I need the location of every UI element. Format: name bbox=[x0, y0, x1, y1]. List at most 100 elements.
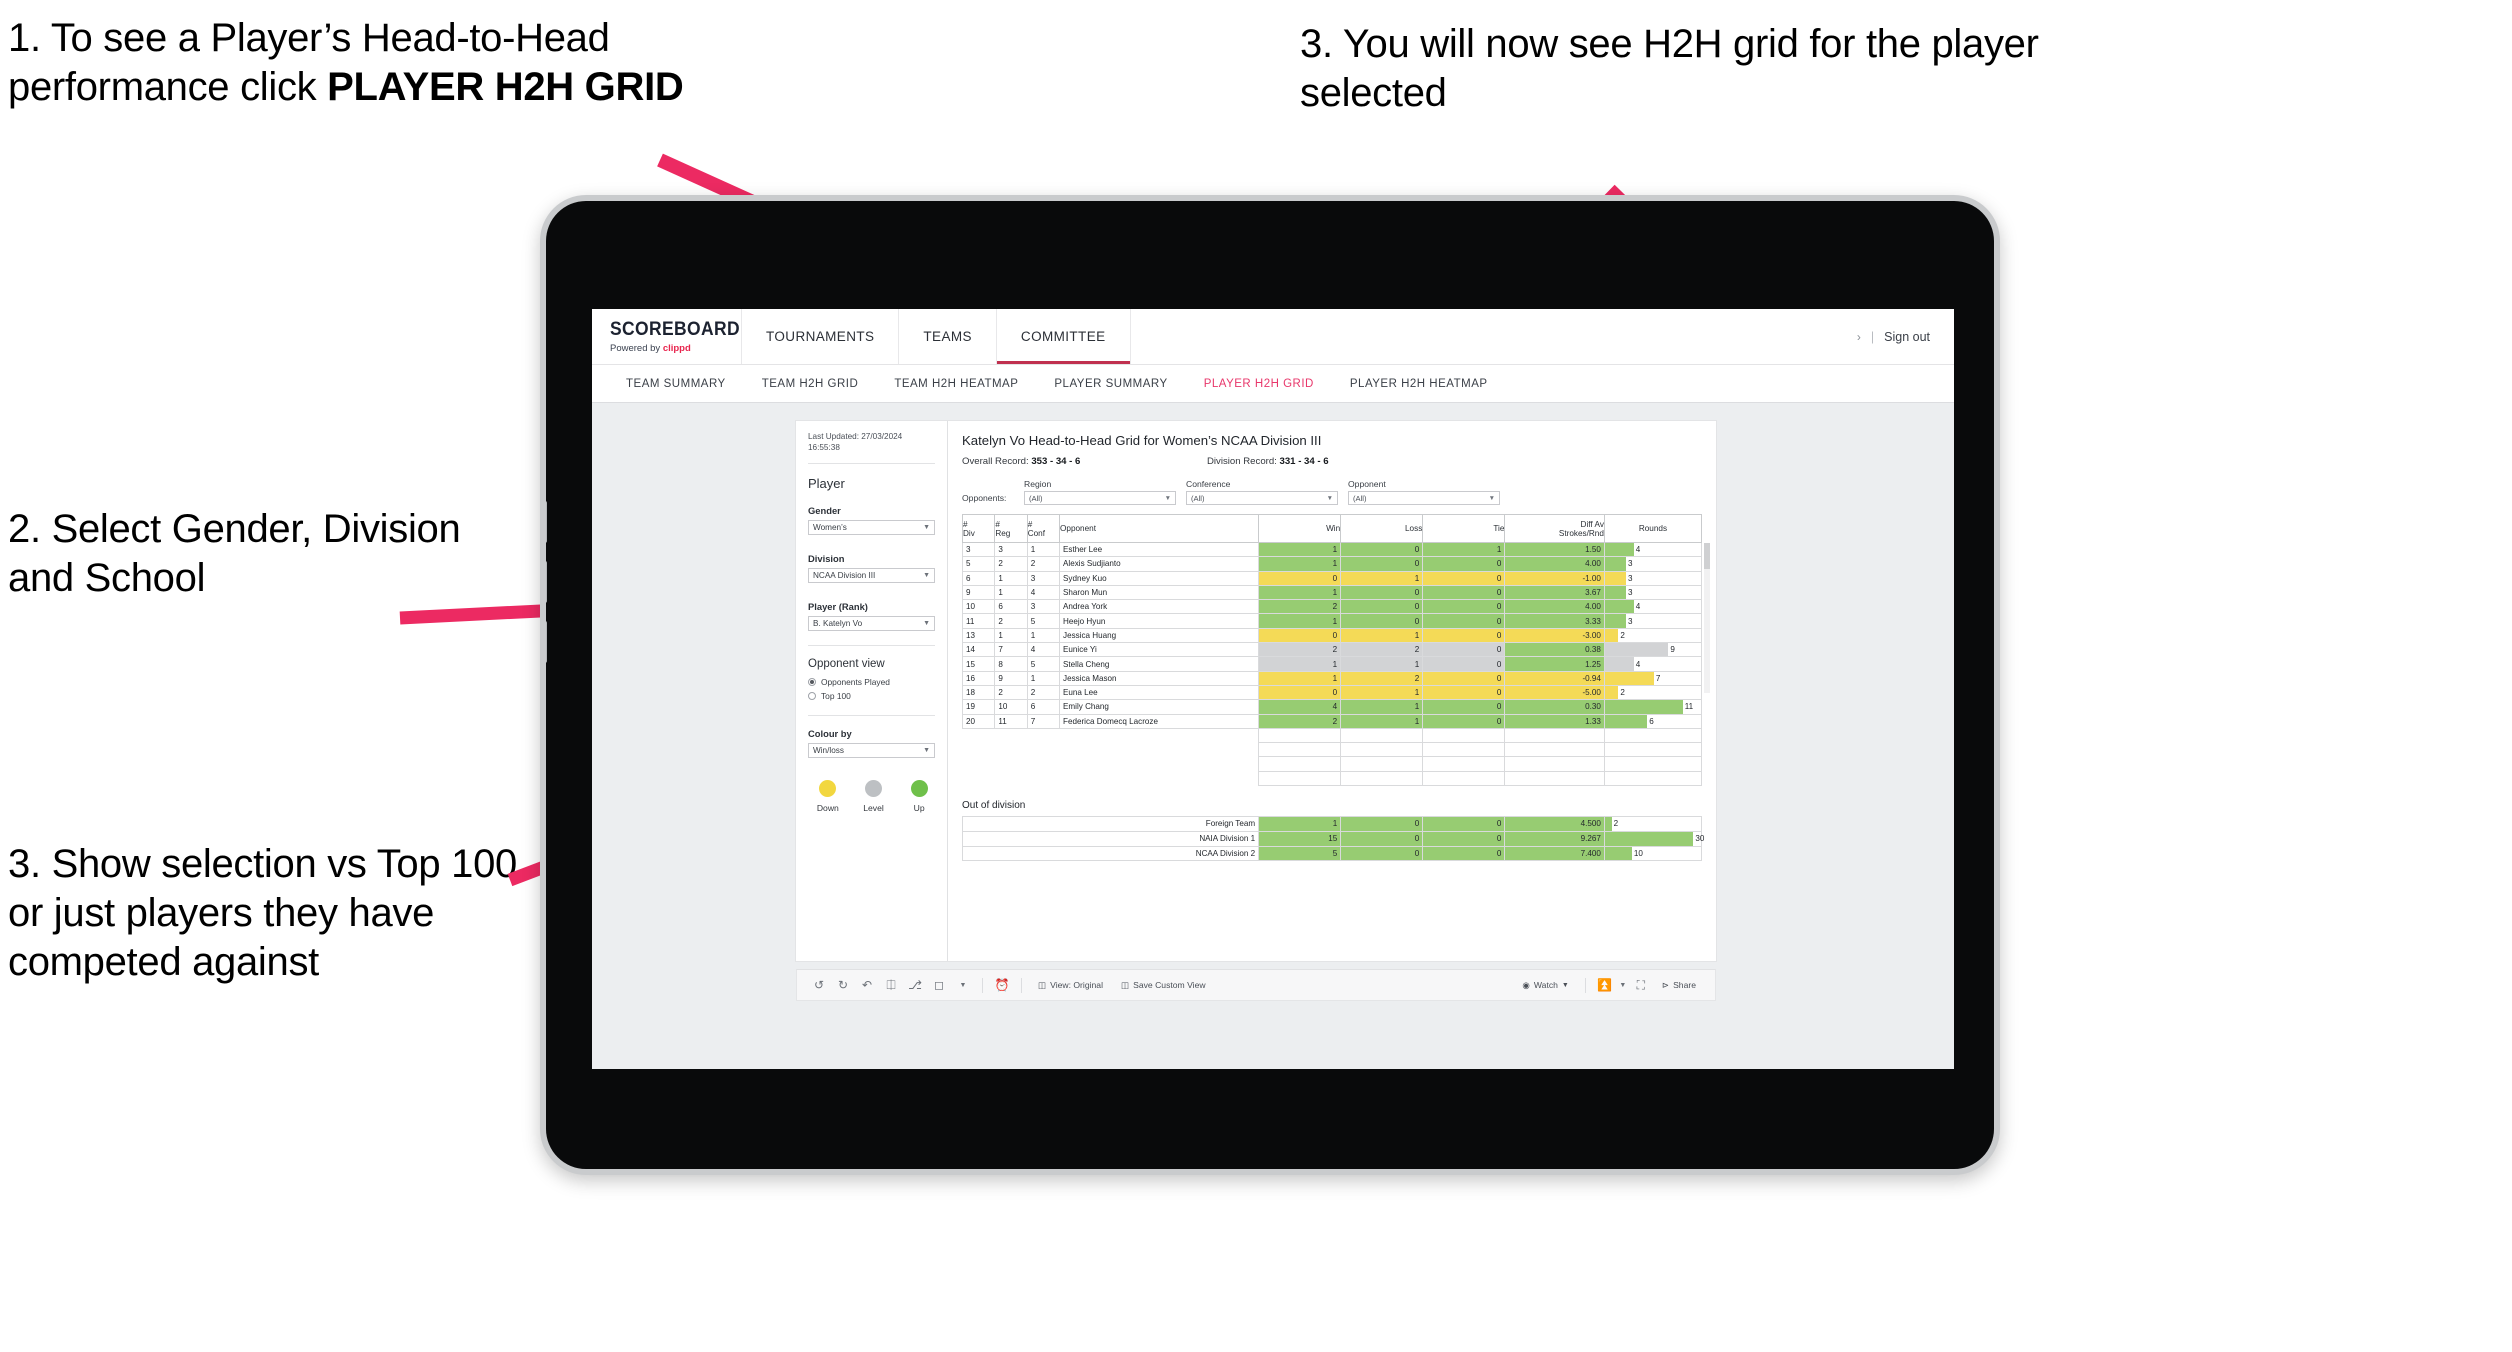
cell-div: 16 bbox=[961, 670, 996, 686]
opponent-select[interactable]: (All) ▼ bbox=[1348, 491, 1500, 505]
cell-blank bbox=[1603, 756, 1703, 772]
gender-select[interactable]: Women’s ▼ bbox=[808, 520, 935, 536]
cell-rounds: 7 bbox=[1603, 670, 1703, 686]
subnav-team-summary[interactable]: TEAM SUMMARY bbox=[608, 378, 744, 390]
nav-teams[interactable]: TEAMS bbox=[899, 309, 997, 364]
cell-rounds: 3 bbox=[1603, 570, 1703, 586]
scrollbar-thumb[interactable] bbox=[1704, 543, 1710, 569]
cell-diff: -0.94 bbox=[1504, 670, 1605, 686]
cell-blank bbox=[1504, 727, 1605, 744]
cell-blank bbox=[1504, 770, 1605, 787]
table-row[interactable]: 5 2 2 Alexis Sudjianto 1 0 0 4.00 3 bbox=[961, 556, 1703, 572]
subnav-player-h2h-heatmap[interactable]: PLAYER H2H HEATMAP bbox=[1332, 378, 1506, 390]
cell-div: 3 bbox=[961, 541, 996, 558]
conference-select[interactable]: (All) ▼ bbox=[1186, 491, 1338, 505]
table-row[interactable]: 14 7 4 Eunice Yi 2 2 0 0.38 9 bbox=[961, 642, 1703, 658]
redo-icon[interactable]: ↻ bbox=[831, 978, 855, 992]
radio-top-100[interactable]: Top 100 bbox=[808, 691, 935, 701]
refresh-data-icon[interactable]: ⎅ bbox=[879, 978, 903, 993]
divider bbox=[808, 463, 935, 465]
nav-tournaments[interactable]: TOURNAMENTS bbox=[742, 309, 900, 364]
col-div-l1: # bbox=[963, 519, 968, 529]
h2h-grid-table: # Div # Reg # Conf Opponent Win Loss Tie Di… bbox=[961, 514, 1703, 787]
chevron-down-icon[interactable]: ▼ bbox=[1617, 982, 1629, 989]
cell-diff: 1.25 bbox=[1504, 656, 1605, 672]
table-row[interactable]: NAIA Division 1 15 0 0 9.267 30 bbox=[961, 830, 1704, 847]
sign-out-link[interactable]: Sign out bbox=[1884, 330, 1930, 344]
pause-auto-update-icon[interactable]: ⎇ bbox=[903, 978, 927, 992]
cell-div: 13 bbox=[961, 627, 996, 644]
radio-opponents-played[interactable]: Opponents Played bbox=[808, 677, 935, 687]
nav-committee[interactable]: COMMITTEE bbox=[997, 309, 1131, 364]
table-row[interactable]: 6 1 3 Sydney Kuo 0 1 0 -1.00 3 bbox=[961, 570, 1703, 586]
subnav-player-h2h-grid[interactable]: PLAYER H2H GRID bbox=[1186, 378, 1332, 390]
gender-label: Gender bbox=[808, 505, 841, 517]
region-select[interactable]: (All) ▼ bbox=[1024, 491, 1176, 505]
cell-tie: 0 bbox=[1422, 599, 1506, 615]
table-row[interactable]: 3 3 1 Esther Lee 1 0 1 1.50 4 bbox=[961, 541, 1703, 558]
cell-blank bbox=[1603, 770, 1703, 787]
save-custom-view-button[interactable]: ◫ Save Custom View bbox=[1112, 980, 1215, 991]
cell-rounds: 10 bbox=[1603, 845, 1703, 862]
table-row[interactable]: 11 2 5 Heejo Hyun 1 0 0 3.33 3 bbox=[961, 613, 1703, 629]
grid-scrollbar[interactable] bbox=[1704, 543, 1710, 693]
subnav-team-h2h-heatmap[interactable]: TEAM H2H HEATMAP bbox=[876, 378, 1036, 390]
records-row: Overall Record: 353 - 34 - 6 Division Re… bbox=[962, 456, 1702, 467]
cell-rounds: 2 bbox=[1603, 684, 1703, 701]
subnav-player-summary[interactable]: PLAYER SUMMARY bbox=[1036, 378, 1185, 390]
cell-div: 10 bbox=[961, 599, 996, 615]
cell-blank bbox=[1422, 727, 1506, 744]
table-row[interactable]: Foreign Team 1 0 0 4.500 2 bbox=[961, 816, 1703, 832]
cell-div: 6 bbox=[961, 570, 996, 586]
caret-down-icon[interactable]: ▼ bbox=[951, 982, 975, 989]
h2h-grid-wrapper: # Div # Reg # Conf Opponent Win Loss Tie Di… bbox=[961, 514, 1710, 787]
player-rank-select[interactable]: B. Katelyn Vo ▼ bbox=[808, 616, 935, 632]
table-row[interactable]: 19 10 6 Emily Chang 4 1 0 0.30 11 bbox=[961, 699, 1703, 715]
table-row-blank bbox=[962, 756, 1703, 772]
cell-blank bbox=[962, 728, 995, 743]
rounds-value: 3 bbox=[1628, 573, 1633, 583]
table-row[interactable]: 13 1 1 Jessica Huang 0 1 0 -3.00 2 bbox=[961, 627, 1703, 644]
cell-diff: 0.38 bbox=[1504, 642, 1605, 658]
table-row[interactable]: NCAA Division 2 5 0 0 7.400 10 bbox=[961, 845, 1703, 862]
division-select[interactable]: NCAA Division III ▼ bbox=[808, 568, 935, 584]
subnav-team-h2h-grid[interactable]: TEAM H2H GRID bbox=[744, 378, 877, 390]
table-row[interactable]: 10 6 3 Andrea York 2 0 0 4.00 4 bbox=[961, 599, 1703, 615]
out-of-division-table: Foreign Team 1 0 0 4.500 2 NAIA Division 1 15 0 0… bbox=[961, 816, 1704, 862]
cell-conf: 4 bbox=[1026, 642, 1061, 658]
share-button[interactable]: ⊳ Share bbox=[1653, 980, 1705, 991]
cell-blank bbox=[994, 728, 1028, 743]
cell-div: 9 bbox=[961, 584, 996, 601]
fullscreen-icon[interactable]: ⛶ bbox=[1629, 978, 1653, 993]
watch-button[interactable]: ◉ Watch ▼ bbox=[1513, 980, 1577, 991]
volume-button-down[interactable] bbox=[546, 561, 547, 603]
cell-reg: 6 bbox=[994, 599, 1028, 615]
clock-icon[interactable]: ⏰ bbox=[990, 978, 1014, 992]
table-body: 3 3 1 Esther Lee 1 0 1 1.50 4 5 2 2 Alexis Sudjianto… bbox=[961, 541, 1703, 787]
table-row[interactable]: 15 8 5 Stella Cheng 1 1 0 1.25 4 bbox=[961, 656, 1703, 672]
undo-icon[interactable]: ↺ bbox=[807, 978, 831, 992]
cell-conf: 2 bbox=[1026, 556, 1061, 572]
table-row[interactable]: 20 11 7 Federica Domecq Lacroze 2 1 0 1.33 6 bbox=[961, 713, 1703, 729]
power-button[interactable] bbox=[546, 621, 547, 663]
cell-win: 2 bbox=[1258, 642, 1342, 658]
table-row[interactable]: 18 2 2 Euna Lee 0 1 0 -5.00 2 bbox=[961, 684, 1703, 701]
out-of-division-title: Out of division bbox=[962, 800, 1026, 812]
radio-icon-selected bbox=[808, 678, 816, 687]
cell-conf: 5 bbox=[1026, 613, 1061, 629]
view-original-button[interactable]: ◫ View: Original bbox=[1029, 980, 1112, 991]
volume-button-up[interactable] bbox=[546, 501, 547, 543]
revert-icon[interactable]: ↶ bbox=[855, 978, 879, 992]
divider bbox=[1584, 977, 1586, 993]
colour-by-select[interactable]: Win/loss ▼ bbox=[808, 743, 935, 759]
table-row[interactable]: 9 1 4 Sharon Mun 1 0 0 3.67 3 bbox=[961, 584, 1703, 601]
rounds-value: 4 bbox=[1635, 602, 1641, 612]
cell-blank bbox=[1422, 770, 1506, 787]
download-icon[interactable]: ⏫ bbox=[1593, 978, 1617, 992]
cell-conf: 4 bbox=[1026, 584, 1061, 601]
shape-icon[interactable]: ◻ bbox=[927, 978, 951, 992]
table-row-blank bbox=[962, 742, 1703, 758]
cell-win: 1 bbox=[1258, 584, 1342, 601]
cell-win: 1 bbox=[1258, 541, 1342, 558]
table-row[interactable]: 16 9 1 Jessica Mason 1 2 0 -0.94 7 bbox=[961, 670, 1703, 686]
